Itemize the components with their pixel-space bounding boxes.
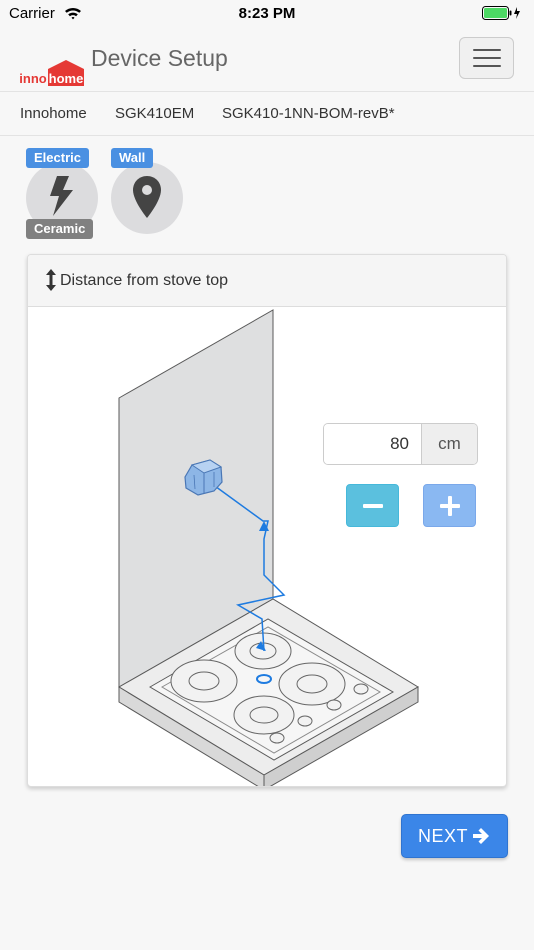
menu-line-icon <box>473 57 501 59</box>
distance-input-group: cm <box>323 423 478 465</box>
distance-unit-label: cm <box>421 424 477 464</box>
logo-text-home: home <box>49 71 84 86</box>
wall-badge: Wall <box>111 148 154 168</box>
distance-card: Distance from stove top 80 cm <box>27 254 507 787</box>
stove-illustration <box>28 307 506 786</box>
innohome-logo: inno home <box>19 60 86 91</box>
ceramic-badge: Ceramic <box>26 219 94 239</box>
placement-option[interactable] <box>111 162 183 234</box>
next-button[interactable]: NEXT <box>401 814 508 858</box>
card-header: Distance from stove top <box>28 255 506 307</box>
vertical-arrows-icon <box>46 269 56 296</box>
next-button-label: NEXT <box>418 826 469 846</box>
breadcrumb: Innohome SGK410EM SGK410-1NN-BOM-revB* <box>0 92 534 136</box>
menu-line-icon <box>473 65 501 67</box>
card-title: Distance from stove top <box>60 272 229 289</box>
logo-text-inno: inno <box>20 71 47 86</box>
breadcrumb-item-variant[interactable]: SGK410-1NN-BOM-revB* <box>222 105 395 122</box>
decrease-distance-button[interactable] <box>346 484 399 527</box>
hamburger-menu-button[interactable] <box>459 37 514 79</box>
minus-icon <box>363 504 383 508</box>
distance-input[interactable] <box>324 424 421 464</box>
electric-badge: Electric <box>26 148 89 168</box>
breadcrumb-item-model[interactable]: SGK410EM <box>115 105 194 122</box>
status-bar: Carrier 8:23 PM <box>0 0 534 28</box>
location-pin-icon <box>133 176 161 223</box>
app-header: inno home Device Setup <box>0 28 534 92</box>
app-title: Device Setup <box>91 45 228 71</box>
increase-distance-button[interactable] <box>423 484 476 527</box>
clock: 8:23 PM <box>238 5 296 22</box>
battery-icon <box>482 6 522 24</box>
menu-line-icon <box>473 49 501 51</box>
arrow-right-icon <box>472 828 490 849</box>
breadcrumb-item-brand[interactable]: Innohome <box>20 105 87 122</box>
lightning-icon <box>49 176 75 221</box>
